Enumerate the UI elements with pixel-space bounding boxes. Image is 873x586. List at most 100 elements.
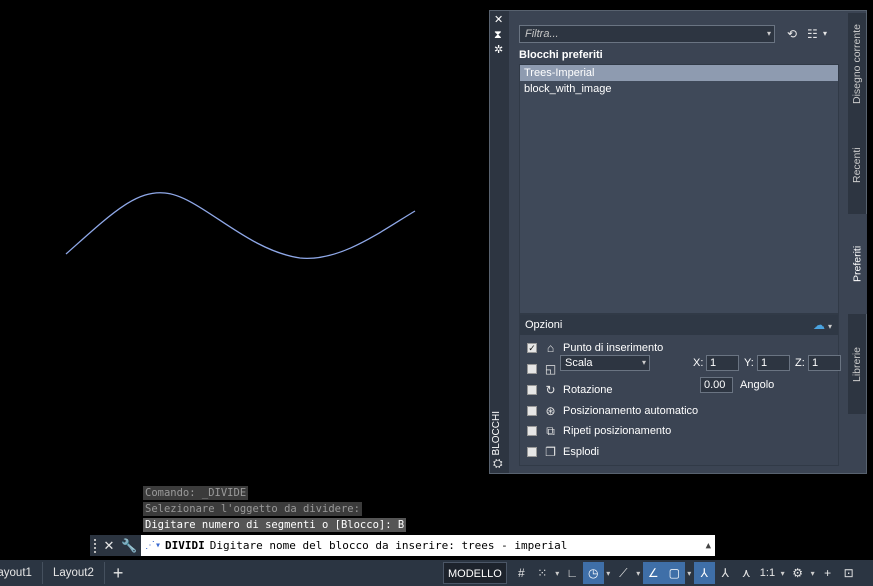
explode-icon: ❐: [545, 445, 556, 459]
chevron-down-icon[interactable]: ▾: [767, 26, 771, 42]
palette-content: Filtra... ▾ ⟲ ☷ ▾ Blocchi preferiti Tree…: [513, 16, 843, 466]
annotation-visibility-icon[interactable]: ⅄: [693, 562, 715, 584]
option-label: Posizionamento automatico: [563, 405, 699, 417]
grip-handle-icon[interactable]: [94, 538, 97, 553]
view-list-icon[interactable]: ☷: [807, 25, 818, 43]
scale-dropdown[interactable]: Scala ▾: [560, 355, 650, 371]
option-auto-placement[interactable]: ⊛ Posizionamento automatico: [527, 403, 698, 419]
polar-tracking-icon[interactable]: ◷: [582, 562, 604, 584]
annotation-scale-value[interactable]: 1:1: [757, 567, 778, 579]
y-label: Y:: [744, 357, 754, 369]
blocks-icon[interactable]: ⛭: [493, 456, 503, 471]
status-bar: Layout1 Layout2 + MODELLO # ⁙ ▾ ∟ ◷ ▾ ⟋ …: [0, 560, 873, 586]
insertion-point-icon: ⌂: [546, 341, 555, 355]
ortho-icon[interactable]: ∟: [562, 562, 583, 584]
palette-title: BLOCCHI: [491, 411, 502, 456]
options-panel: Opzioni ☁ ▾ ✓ ⌂ Punto di inserimento ◱ Sc…: [519, 314, 841, 466]
tab-libraries[interactable]: Librerie: [848, 314, 867, 414]
command-line: ✕ 🔧 ⋰▾ DIVIDI Digitare nome del blocco d…: [90, 535, 715, 556]
chevron-down-icon[interactable]: ▾: [642, 356, 646, 370]
option-repeat-placement[interactable]: ⧉ Ripeti posizionamento: [527, 423, 671, 439]
checkbox[interactable]: [527, 406, 537, 416]
annotation-scale-icon[interactable]: ⋏: [736, 562, 757, 584]
scale-y-input[interactable]: 1: [757, 355, 790, 371]
command-input[interactable]: ⋰▾ DIVIDI Digitare nome del blocco da in…: [141, 535, 715, 556]
history-up-icon[interactable]: ▲: [706, 541, 711, 551]
option-rotation[interactable]: ↻ Rotazione: [527, 382, 613, 398]
workspace-dropdown-icon[interactable]: ▾: [808, 569, 817, 578]
z-label: Z:: [795, 357, 805, 369]
object-snap-icon[interactable]: ▢: [663, 562, 685, 584]
snap-icon[interactable]: ⁙: [532, 562, 553, 584]
filter-input[interactable]: Filtra... ▾: [519, 25, 775, 43]
command-name: DIVIDI: [165, 539, 205, 552]
auto-placement-icon: ⊛: [545, 404, 556, 418]
option-label: Rotazione: [563, 384, 613, 396]
option-insertion-point[interactable]: ✓ ⌂ Punto di inserimento: [527, 340, 663, 356]
rotation-input[interactable]: 0.00: [700, 377, 733, 393]
plus-icon[interactable]: +: [817, 562, 838, 584]
polar-dropdown-icon[interactable]: ▾: [604, 569, 613, 578]
option-label: Punto di inserimento: [563, 342, 664, 354]
option-label: Ripeti posizionamento: [563, 425, 672, 437]
scale-z-input[interactable]: 1: [808, 355, 841, 371]
angle-label: Angolo: [740, 379, 775, 391]
tab-favorites[interactable]: Preferiti: [848, 214, 867, 314]
filter-row: Filtra... ▾ ⟲ ☷ ▾: [519, 25, 839, 43]
scale-dropdown-icon[interactable]: ▾: [778, 569, 787, 578]
grid-icon[interactable]: #: [511, 562, 532, 584]
command-history-line: Selezionare l'oggetto da dividere:: [143, 502, 362, 516]
section-label: Blocchi preferiti: [519, 49, 603, 61]
tab-layout2[interactable]: Layout2: [43, 562, 105, 584]
scale-value: Scala: [565, 357, 593, 369]
command-line-tools: ✕ 🔧: [90, 535, 141, 556]
object-snap-tracking-icon[interactable]: ∠: [642, 562, 664, 584]
cloud-sync-icon[interactable]: ☁ ▾: [813, 315, 832, 337]
repeat-placement-icon: ⧉: [546, 423, 555, 438]
checkbox[interactable]: [527, 385, 537, 395]
close-icon[interactable]: ✕: [494, 14, 503, 26]
list-item[interactable]: block_with_image: [520, 81, 838, 97]
fullscreen-icon[interactable]: ⊡: [838, 562, 859, 584]
auto-hide-icon[interactable]: ⧗: [494, 29, 502, 41]
filter-placeholder: Filtra...: [525, 28, 559, 40]
browse-folder-icon[interactable]: ⟲: [787, 25, 797, 43]
list-item[interactable]: Trees-Imperial: [520, 65, 838, 81]
blocks-palette: ✕ ⧗ ✲ BLOCCHI ⛭ Filtra... ▾ ⟲ ☷ ▾ Blocch…: [489, 10, 867, 474]
isodraft-icon[interactable]: ⟋: [613, 562, 634, 584]
command-history-line: Comando: _DIVIDE: [143, 486, 249, 500]
checkbox-checked[interactable]: ✓: [527, 343, 537, 353]
view-dropdown-icon[interactable]: ▾: [823, 25, 827, 43]
x-label: X:: [693, 357, 704, 369]
rotate-icon: ↻: [545, 383, 556, 397]
scale-x-input[interactable]: 1: [706, 355, 739, 371]
properties-icon[interactable]: ✲: [494, 44, 503, 56]
auto-scale-icon[interactable]: ⅄: [715, 562, 736, 584]
model-space-button[interactable]: MODELLO: [443, 562, 507, 584]
snap-dropdown-icon[interactable]: ▾: [553, 569, 562, 578]
add-layout-icon[interactable]: +: [105, 562, 132, 584]
gear-icon[interactable]: ⚙: [787, 562, 808, 584]
status-toggles: MODELLO # ⁙ ▾ ∟ ◷ ▾ ⟋ ▾ ∠ ▢ ▾ ⅄ ⅄ ⋏ 1:1 …: [443, 562, 859, 584]
command-prompt-text: Digitare nome del blocco da inserire: tr…: [209, 539, 568, 552]
tab-recent[interactable]: Recenti: [848, 116, 867, 214]
command-history-line: Digitare numero di segmenti o [Blocco]: …: [143, 518, 407, 532]
isodraft-dropdown-icon[interactable]: ▾: [634, 569, 643, 578]
scale-icon: ◱: [544, 362, 557, 376]
tab-current-drawing[interactable]: Disegno corrente: [848, 13, 867, 116]
object-snap-dropdown-icon[interactable]: ▾: [685, 569, 694, 578]
checkbox[interactable]: [527, 426, 537, 436]
option-scale[interactable]: ◱: [527, 361, 563, 377]
tab-layout1[interactable]: Layout1: [0, 562, 43, 584]
checkbox[interactable]: [527, 364, 537, 374]
checkbox[interactable]: [527, 447, 537, 457]
option-label: Esplodi: [563, 446, 600, 458]
block-list[interactable]: Trees-Imperial block_with_image: [519, 64, 839, 314]
wrench-icon[interactable]: 🔧: [121, 535, 137, 556]
options-title: Opzioni: [525, 319, 563, 331]
close-icon[interactable]: ✕: [101, 535, 117, 556]
command-prompt-icon[interactable]: ⋰▾: [145, 540, 161, 551]
palette-title-bar[interactable]: ✕ ⧗ ✲ BLOCCHI ⛭: [490, 11, 509, 473]
options-header[interactable]: Opzioni ☁ ▾: [520, 315, 838, 335]
option-explode[interactable]: ❐ Esplodi: [527, 444, 599, 460]
